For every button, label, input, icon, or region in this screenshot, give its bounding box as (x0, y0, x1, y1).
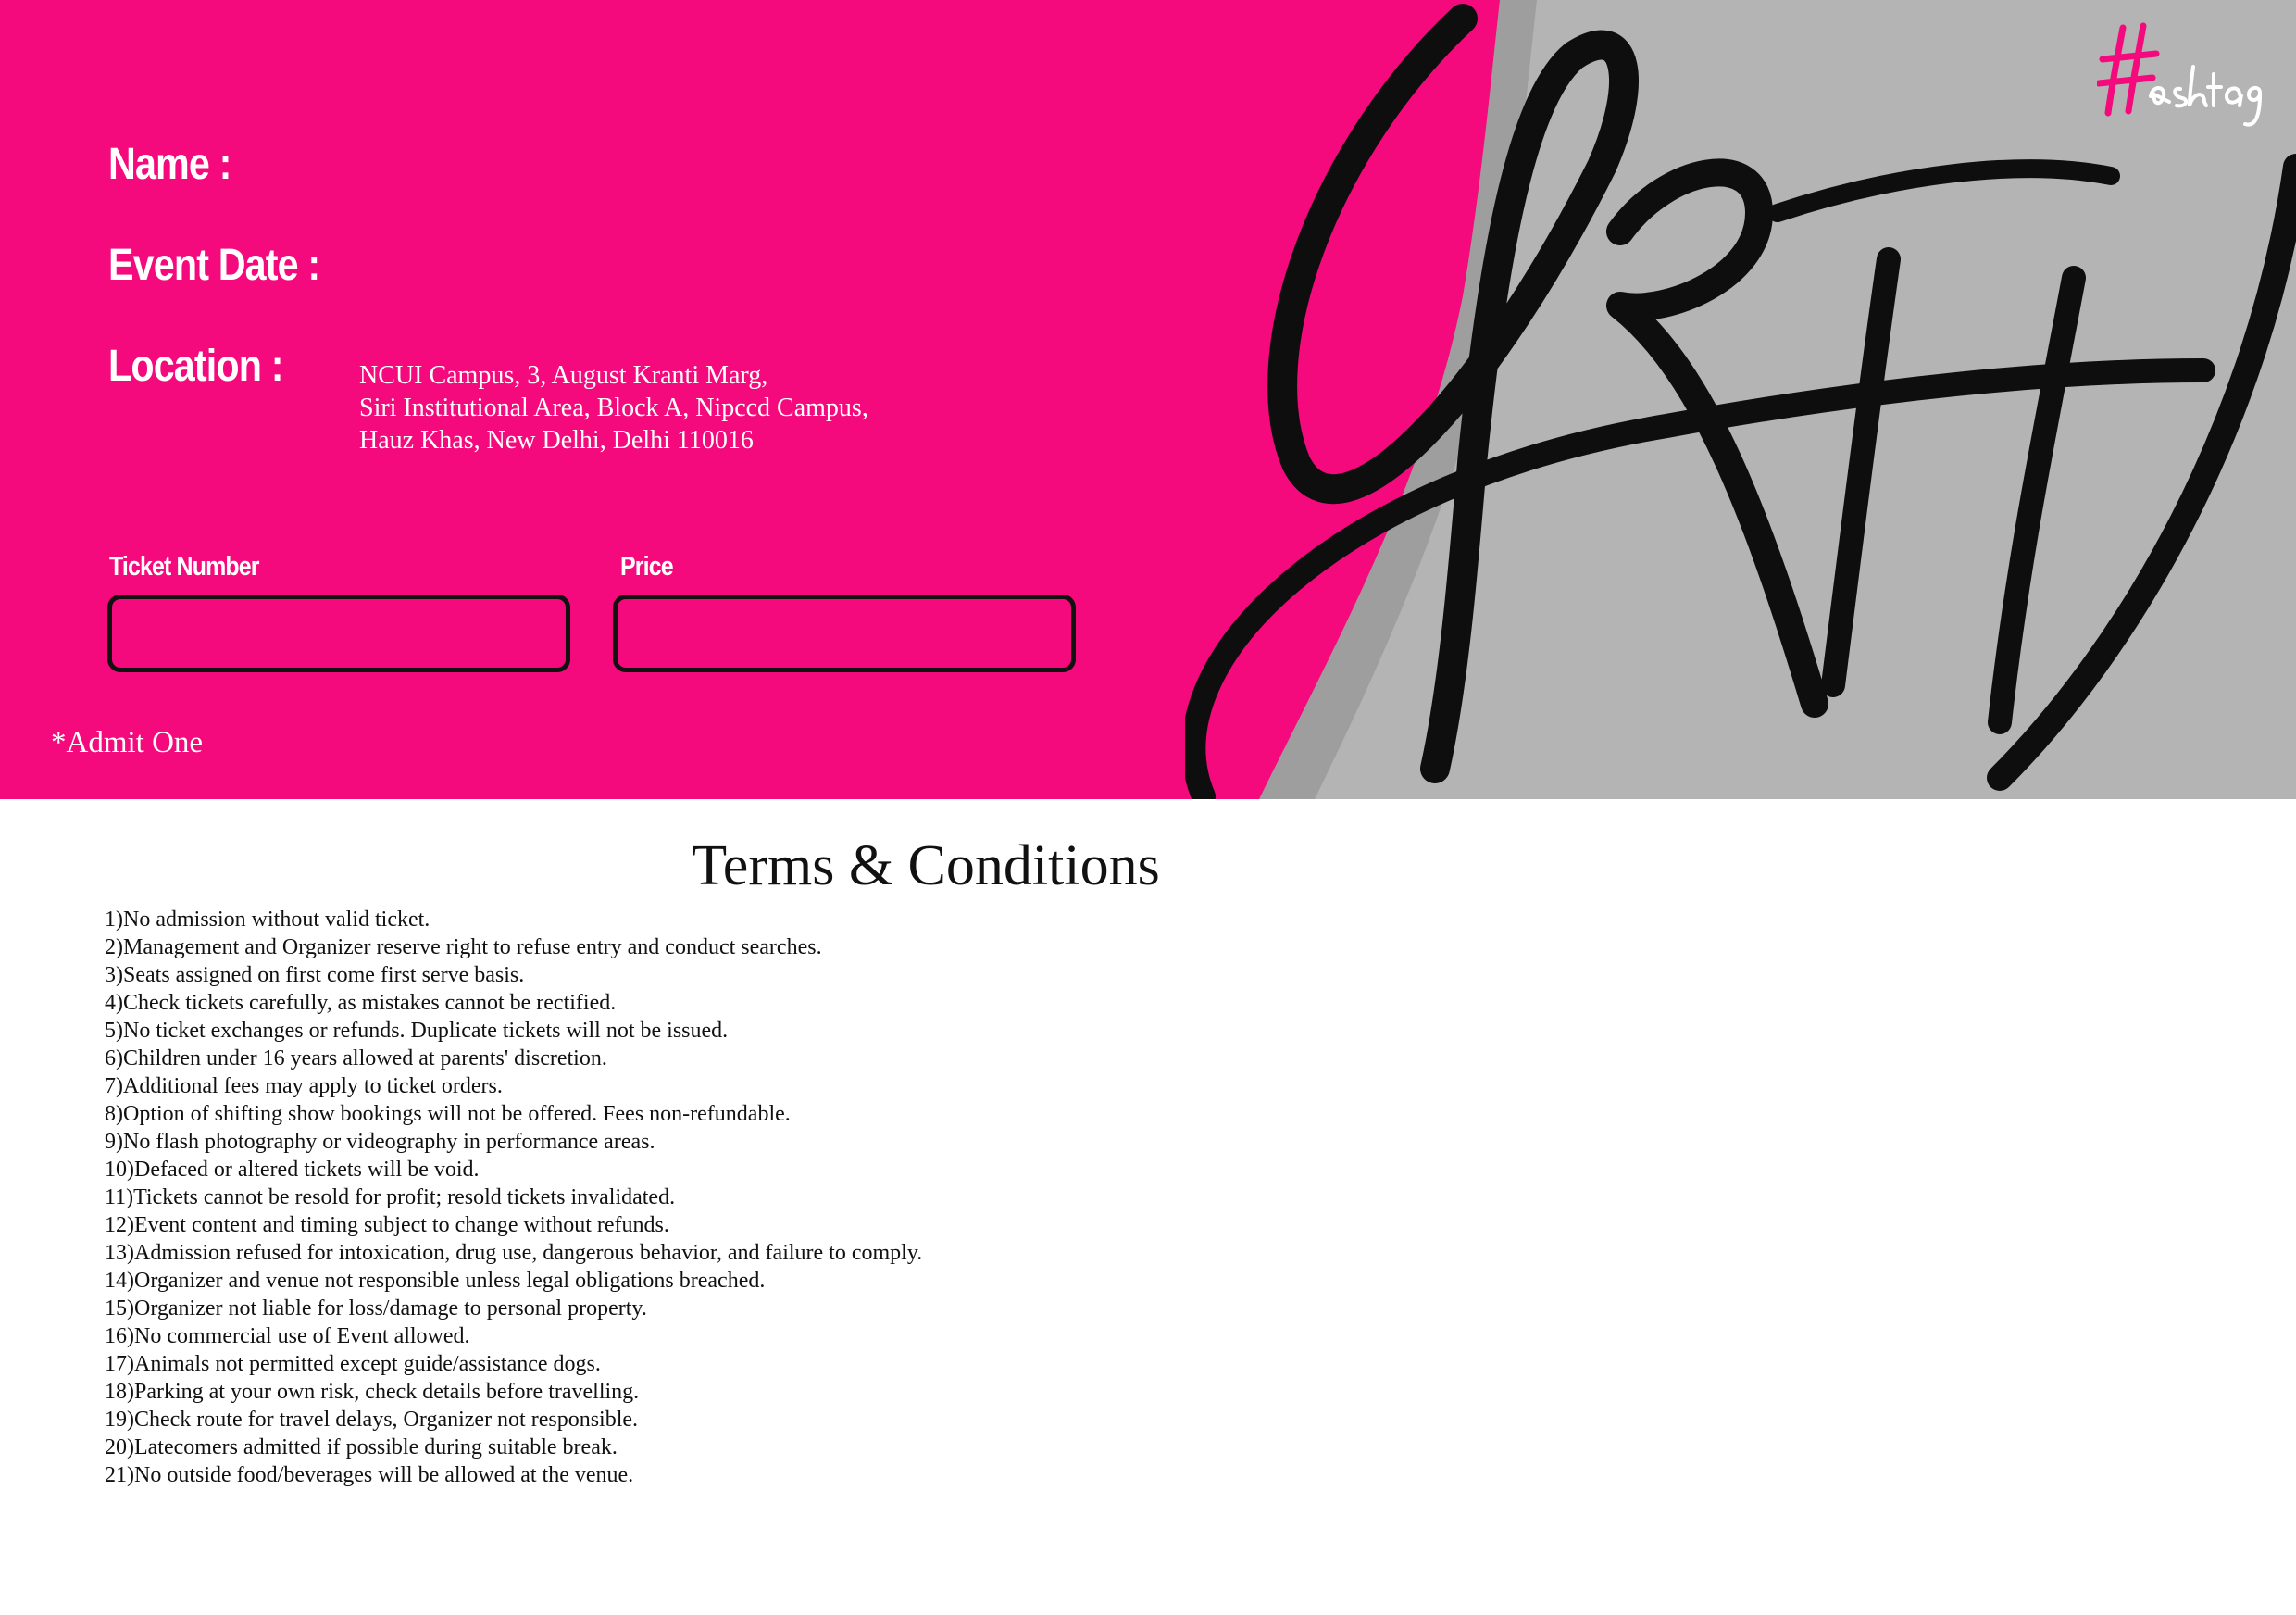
ticket-panel: Name : Event Date : Location : NCUI Camp… (0, 0, 2296, 799)
address-line: NCUI Campus, 3, August Kranti Marg, (359, 361, 768, 390)
terms-item: 19)Check route for travel delays, Organi… (105, 1408, 639, 1432)
terms-item: 16)No commercial use of Event allowed. (105, 1324, 470, 1348)
event-date-label: Event Date : (108, 241, 320, 290)
ticket-number-label: Ticket Number (109, 552, 259, 582)
terms-item: 14)Organizer and venue not responsible u… (105, 1269, 766, 1293)
terms-item: 8)Option of shifting show bookings will … (105, 1102, 791, 1126)
terms-item: 20)Latecomers admitted if possible durin… (105, 1435, 618, 1459)
terms-item: 4)Check tickets carefully, as mistakes c… (105, 991, 617, 1015)
admit-one-note: *Admit One (51, 726, 204, 759)
terms-item: 6)Children under 16 years allowed at par… (105, 1046, 607, 1070)
price-field (613, 595, 1076, 672)
terms-item: 5)No ticket exchanges or refunds. Duplic… (105, 1019, 729, 1043)
terms-item: 17)Animals not permitted except guide/as… (105, 1352, 601, 1376)
terms-item: 12)Event content and timing subject to c… (105, 1213, 669, 1237)
price-label: Price (620, 552, 674, 582)
hashtag-brand-logo (2097, 22, 2262, 127)
terms-item: 3)Seats assigned on first come first ser… (105, 963, 525, 987)
name-label: Name : (108, 140, 231, 189)
location-label: Location : (108, 342, 283, 391)
terms-item: 7)Additional fees may apply to ticket or… (105, 1074, 503, 1098)
terms-item: 15)Organizer not liable for loss/damage … (105, 1296, 647, 1321)
terms-item: 2)Management and Organizer reserve right… (105, 935, 822, 959)
terms-item: 10)Defaced or altered tickets will be vo… (105, 1158, 480, 1182)
terms-item: 1)No admission without valid ticket. (105, 908, 430, 932)
ticket-number-field (107, 595, 570, 672)
terms-item: 9)No flash photography or videography in… (105, 1130, 655, 1154)
terms-item: 13)Admission refused for intoxication, d… (105, 1241, 923, 1265)
address-line: Siri Institutional Area, Block A, Nipccd… (359, 394, 868, 422)
terms-item: 21)No outside food/beverages will be all… (105, 1463, 634, 1487)
venue-address: NCUI Campus, 3, August Kranti Marg, Siri… (359, 359, 868, 457)
terms-item: 18)Parking at your own risk, check detai… (105, 1380, 640, 1404)
terms-title: Terms & Conditions (692, 834, 1160, 897)
address-line: Hauz Khas, New Delhi, Delhi 110016 (359, 426, 754, 455)
terms-item: 11)Tickets cannot be resold for profit; … (105, 1185, 676, 1209)
terms-list: 1)No admission without valid ticket. 2)M… (105, 906, 922, 1489)
